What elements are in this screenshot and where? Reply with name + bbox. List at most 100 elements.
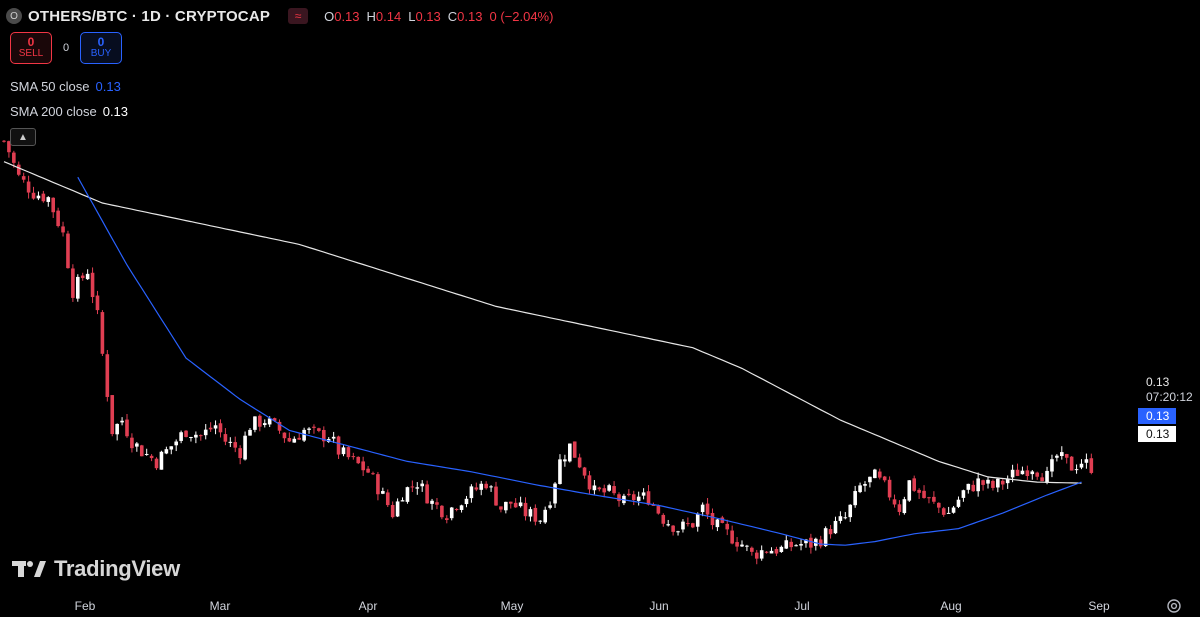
candle-body	[189, 437, 193, 439]
candle-body	[1050, 459, 1054, 472]
sma200-price-badge: 0.13	[1138, 426, 1176, 442]
sma200-line	[3, 161, 1082, 484]
candle-body	[405, 487, 410, 502]
candle-body	[617, 494, 621, 502]
last-price-label: 0.13	[1146, 375, 1170, 389]
change-value: 0 (−2.04%)	[489, 8, 554, 24]
settings-icon[interactable]	[1166, 598, 1182, 614]
buy-count: 0	[97, 35, 105, 49]
price-chart[interactable]: Feb Mar Apr May Jun Jul Aug Sep	[0, 0, 1200, 617]
candle-body	[710, 512, 715, 526]
candle-body	[572, 441, 577, 458]
candle-body	[548, 505, 552, 508]
candle-body	[440, 505, 444, 518]
collapse-legend-button[interactable]: ▲	[10, 128, 36, 146]
chart-header: O OTHERS/BTC · 1D · CRYPTOCAP ≈ O0.13 H0…	[6, 6, 553, 26]
candle-body	[218, 423, 223, 433]
candle-body	[508, 501, 513, 504]
candle-body	[21, 176, 26, 180]
candle-body	[149, 455, 154, 459]
candle-body	[1000, 480, 1005, 485]
candle-body	[130, 437, 134, 449]
candle-body	[1040, 477, 1044, 482]
candle-body	[381, 491, 385, 494]
candle-body	[1074, 469, 1079, 471]
sell-button[interactable]: 0 SELL	[10, 32, 52, 64]
candle-body	[430, 500, 434, 504]
sma50-legend[interactable]: SMA 50 close 0.13	[10, 79, 121, 94]
candle-body	[135, 443, 139, 447]
candle-body	[238, 448, 242, 459]
spread-value: 0	[62, 42, 70, 54]
candle-body	[361, 461, 365, 471]
candle-body	[184, 430, 188, 437]
candle-body	[705, 503, 710, 515]
candle-body	[523, 502, 528, 517]
buy-button[interactable]: 0 BUY	[80, 32, 122, 64]
symbol-title[interactable]: OTHERS/BTC · 1D · CRYPTOCAP	[28, 8, 270, 25]
candle-body	[627, 493, 631, 496]
candle-body	[715, 519, 720, 528]
candle-body	[258, 415, 262, 427]
candle-body	[568, 443, 572, 462]
candle-body	[991, 480, 995, 488]
high-value: 0.14	[375, 8, 402, 24]
candle-body	[543, 509, 547, 523]
candle-body	[932, 496, 936, 502]
candle-body	[877, 471, 882, 478]
candle-body	[607, 485, 611, 491]
candle-body	[843, 517, 848, 519]
candle-body	[533, 507, 538, 522]
buy-label: BUY	[90, 48, 112, 59]
candle-body	[892, 499, 897, 505]
candle-body	[164, 449, 169, 454]
candle-body	[981, 480, 985, 485]
candle-body	[902, 499, 907, 514]
candle-body	[641, 492, 646, 496]
candle-body	[730, 530, 734, 544]
candle-body	[366, 468, 370, 473]
candle-body	[612, 486, 616, 494]
candle-body	[971, 484, 976, 492]
candle-body	[385, 492, 390, 506]
candle-body	[779, 546, 784, 552]
sma200-value: 0.13	[102, 104, 129, 119]
candle-body	[356, 456, 361, 464]
candle-body	[700, 504, 705, 513]
candle-body	[725, 523, 730, 530]
candle-body	[1060, 452, 1064, 457]
candle-body	[695, 513, 700, 527]
candle-body	[976, 478, 980, 492]
candle-body	[873, 469, 877, 479]
candle-body	[587, 475, 592, 490]
candle-body	[946, 512, 951, 514]
wave-indicator-icon[interactable]: ≈	[288, 8, 309, 24]
sma200-legend[interactable]: SMA 200 close 0.13	[10, 104, 128, 119]
candle-body	[602, 488, 607, 493]
candle-body	[203, 429, 208, 436]
x-tick-label: Sep	[1088, 599, 1110, 613]
candle-body	[139, 445, 144, 457]
candle-body	[961, 490, 966, 498]
candle-body	[907, 480, 912, 501]
candle-body	[927, 497, 931, 499]
close-value: 0.13	[457, 8, 483, 24]
candle-body	[966, 483, 971, 490]
candle-body	[410, 486, 415, 488]
x-tick-label: Jul	[794, 599, 809, 613]
candle-body	[636, 496, 641, 501]
candle-body	[336, 436, 341, 455]
candle-body	[671, 525, 675, 532]
candle-body	[986, 479, 990, 484]
candle-body	[420, 483, 424, 487]
sma50-label: SMA 50 close	[10, 79, 90, 94]
candle-body	[71, 268, 75, 298]
candle-body	[499, 506, 503, 510]
candle-body	[80, 275, 85, 279]
candle-body	[1055, 455, 1059, 458]
candle-body	[100, 312, 105, 354]
candle-body	[646, 491, 651, 505]
candle-body	[46, 197, 51, 202]
tradingview-logo[interactable]: TradingView	[12, 556, 180, 582]
candle-body	[764, 551, 769, 553]
